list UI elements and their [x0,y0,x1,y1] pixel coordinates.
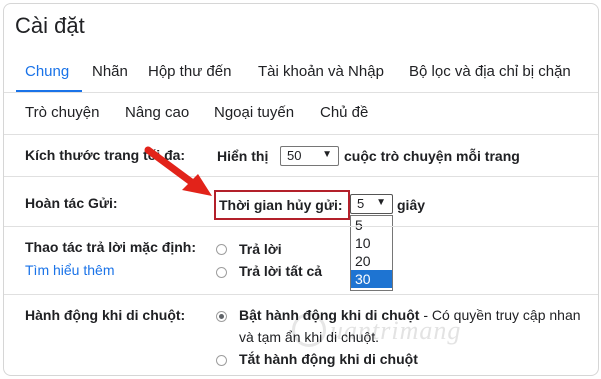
undo-send-value: 5 [357,196,365,211]
page-size-select[interactable]: 50 ▼ [280,146,339,166]
undo-send-select[interactable]: 5 ▼ [350,194,393,214]
tabs-divider-1 [4,92,598,93]
hover-enable-desc-line2: và tạm ẩn khi di chuột. [239,329,380,345]
hover-actions-label: Hành động khi di chuột: [25,307,186,323]
hover-enable-label: Bật hành động khi di chuột [239,307,420,323]
page-size-suffix: cuộc trò chuyện mỗi trang [344,148,520,164]
row-divider-2 [4,226,598,227]
page-size-value: 50 [287,148,302,163]
learn-more-link[interactable]: Tìm hiểu thêm [25,262,114,278]
show-label: Hiển thị [217,148,269,164]
tab-inbox[interactable]: Hộp thư đến [148,63,231,80]
tab-themes[interactable]: Chủ đề [320,104,368,121]
hover-enable-desc: - Có quyền truy cập nhan [419,307,581,323]
dropdown-option[interactable]: 10 [351,234,392,252]
row-divider-1 [4,176,598,177]
tabs-row-1: Chung Nhãn Hộp thư đến Tài khoản và Nhập… [4,60,598,93]
page-title: Cài đặt [15,13,85,38]
tabs-divider-2 [4,134,598,135]
seconds-unit: giây [397,197,426,213]
tab-chat[interactable]: Trò chuyện [25,104,99,121]
tab-accounts-import[interactable]: Tài khoản và Nhập [258,63,384,80]
tab-labels[interactable]: Nhãn [92,63,128,80]
dropdown-option-highlighted[interactable]: 30 [351,270,392,288]
reply-option-label: Trả lời [239,241,282,257]
reply-all-option-label: Trả lời tất cả [239,263,323,279]
hover-disable-radio[interactable] [216,355,227,366]
dropdown-option[interactable]: 20 [351,252,392,270]
cancel-period-label: Thời gian hủy gửi: [219,197,343,213]
hover-enable-text: Bật hành động khi di chuột - Có quyền tr… [239,307,581,323]
undo-send-label: Hoàn tác Gửi: [25,195,118,211]
reply-all-radio[interactable] [216,267,227,278]
settings-window: Cài đặt Chung Nhãn Hộp thư đến Tài khoản… [3,3,599,376]
hover-disable-label: Tắt hành động khi di chuột [239,351,418,367]
row-divider-3 [4,294,598,295]
tab-general[interactable]: Chung [25,63,69,80]
red-arrow-icon [144,146,212,196]
reply-radio[interactable] [216,244,227,255]
tab-offline[interactable]: Ngoại tuyến [214,104,294,121]
hover-enable-radio[interactable] [216,311,227,322]
tab-filters-blocked[interactable]: Bộ lọc và địa chỉ bị chặn [409,63,571,80]
tabs-row-2: Trò chuyện Nâng cao Ngoại tuyến Chủ đề [4,101,598,133]
dropdown-arrow-icon: ▼ [322,149,332,160]
reply-default-label: Thao tác trả lời mặc định: [25,239,196,255]
dropdown-arrow-icon: ▼ [376,197,386,208]
tab-advanced[interactable]: Nâng cao [125,104,189,121]
dropdown-option[interactable]: 5 [351,216,392,234]
